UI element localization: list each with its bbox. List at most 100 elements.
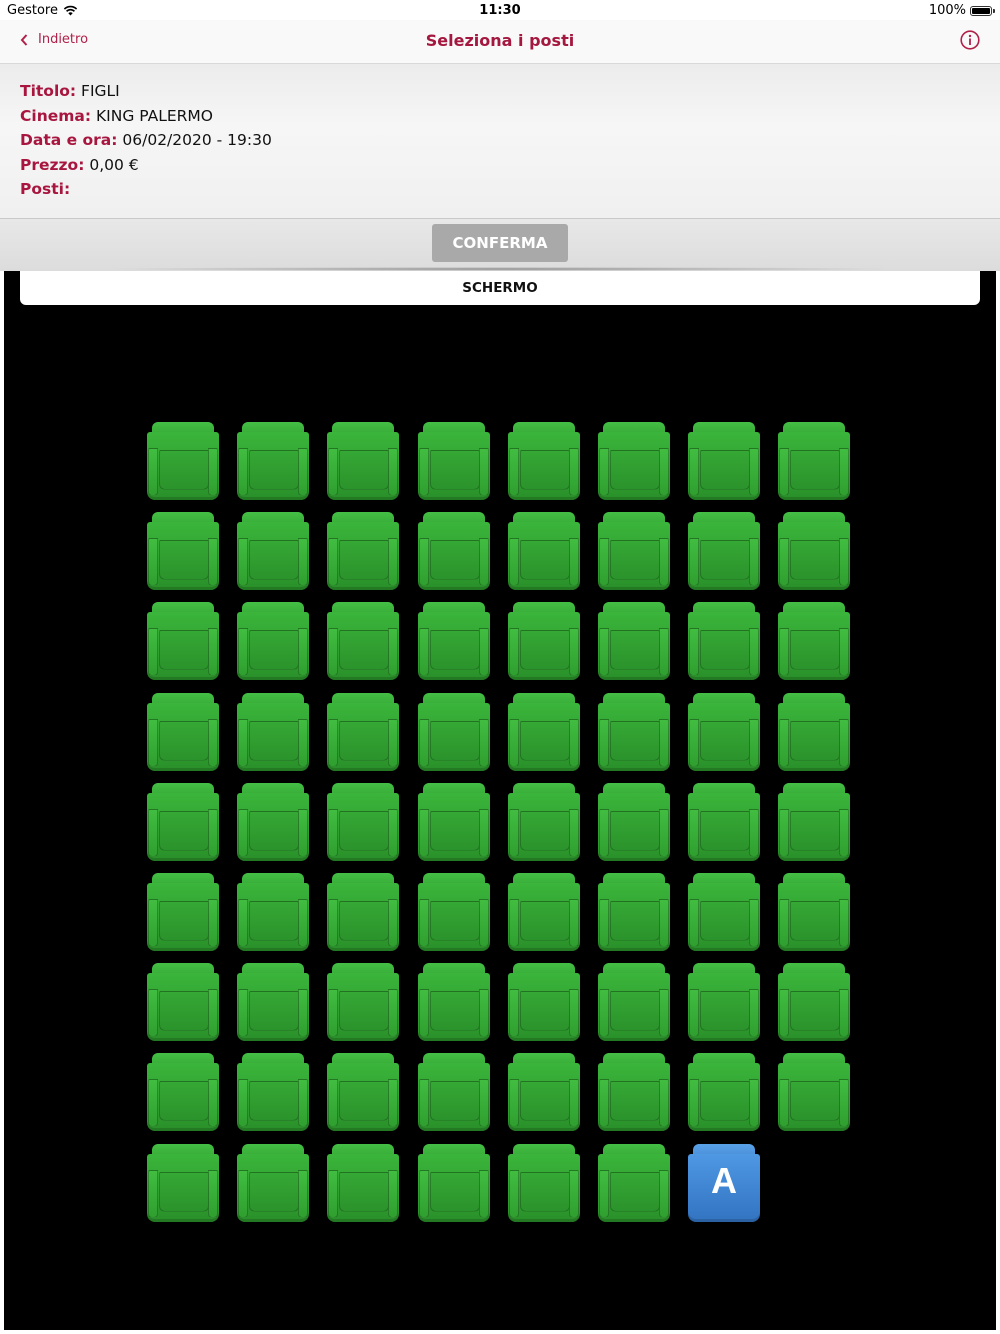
seat-available[interactable] xyxy=(418,1053,490,1131)
seat-available[interactable] xyxy=(778,422,850,500)
seat-available[interactable] xyxy=(688,873,760,951)
seat-arm-r xyxy=(479,809,489,857)
seat-available[interactable] xyxy=(237,693,309,771)
seat-available[interactable] xyxy=(778,783,850,861)
seat-arm-r xyxy=(749,899,759,947)
seat-cushion xyxy=(700,1081,750,1121)
seat-available[interactable] xyxy=(327,963,399,1041)
seat-available[interactable] xyxy=(327,1053,399,1131)
seat-available[interactable] xyxy=(508,512,580,590)
seat-arm-r xyxy=(659,448,669,496)
seat-available[interactable] xyxy=(688,602,760,680)
seat-available[interactable] xyxy=(147,422,219,500)
seat-available[interactable] xyxy=(598,422,670,500)
seat-available[interactable] xyxy=(598,1053,670,1131)
seat-available[interactable] xyxy=(508,602,580,680)
seat-available[interactable] xyxy=(508,873,580,951)
seat-cushion xyxy=(249,721,299,761)
seat-available[interactable] xyxy=(688,783,760,861)
seat-arm-l xyxy=(779,1079,789,1127)
seat-arm-l xyxy=(689,989,699,1037)
seat-arm-l xyxy=(148,1079,158,1127)
seat-available[interactable] xyxy=(508,963,580,1041)
seat-available[interactable] xyxy=(508,693,580,771)
seat-available[interactable] xyxy=(327,1144,399,1222)
seat-cushion xyxy=(610,630,660,670)
seat-available[interactable] xyxy=(598,602,670,680)
seat-available[interactable] xyxy=(418,1144,490,1222)
seat-available[interactable] xyxy=(778,1053,850,1131)
seat-available[interactable] xyxy=(327,602,399,680)
seat-available[interactable] xyxy=(418,873,490,951)
seat-available[interactable] xyxy=(418,693,490,771)
seat-available[interactable] xyxy=(778,693,850,771)
seat-available[interactable] xyxy=(598,963,670,1041)
seat-available[interactable] xyxy=(327,422,399,500)
seat-available[interactable] xyxy=(688,422,760,500)
seat-available[interactable] xyxy=(598,873,670,951)
seat-available[interactable] xyxy=(418,963,490,1041)
seat-available[interactable] xyxy=(778,963,850,1041)
seat-special[interactable]: A xyxy=(688,1144,760,1222)
seat-available[interactable] xyxy=(327,873,399,951)
seat-available[interactable] xyxy=(237,512,309,590)
seat-available[interactable] xyxy=(418,783,490,861)
seat-available[interactable] xyxy=(237,422,309,500)
seat-available[interactable] xyxy=(688,963,760,1041)
seat-arm-r xyxy=(749,448,759,496)
seat-available[interactable] xyxy=(327,512,399,590)
seat-available[interactable] xyxy=(147,873,219,951)
seat-cushion xyxy=(700,901,750,941)
seat-available[interactable] xyxy=(598,783,670,861)
seat-available[interactable] xyxy=(147,512,219,590)
seat-available[interactable] xyxy=(147,963,219,1041)
seat-available[interactable] xyxy=(418,512,490,590)
seat-arm-l xyxy=(419,628,429,676)
seat-letter: A xyxy=(711,1160,737,1201)
seat-available[interactable] xyxy=(688,1053,760,1131)
seat-available[interactable] xyxy=(327,783,399,861)
title-value: FIGLI xyxy=(81,82,120,100)
seat-map[interactable]: SCHERMO A xyxy=(4,271,996,1330)
seat-available[interactable] xyxy=(147,602,219,680)
seat-arm-r xyxy=(569,719,579,767)
seat-available[interactable] xyxy=(508,422,580,500)
seat-available[interactable] xyxy=(147,1053,219,1131)
seat-available[interactable] xyxy=(418,602,490,680)
seat-available[interactable] xyxy=(237,873,309,951)
seat-arm-r xyxy=(298,719,308,767)
seat-available[interactable] xyxy=(598,693,670,771)
seat-available[interactable] xyxy=(598,512,670,590)
seat-available[interactable] xyxy=(237,1144,309,1222)
seat-available[interactable] xyxy=(237,963,309,1041)
seat-available[interactable] xyxy=(418,422,490,500)
seat-available[interactable] xyxy=(147,783,219,861)
seat-arm-l xyxy=(509,628,519,676)
seat-available[interactable] xyxy=(147,693,219,771)
seat-available[interactable] xyxy=(508,783,580,861)
seat-available[interactable] xyxy=(688,693,760,771)
seat-available[interactable] xyxy=(508,1144,580,1222)
seat-available[interactable] xyxy=(237,783,309,861)
seat-available[interactable] xyxy=(778,512,850,590)
seat-available[interactable] xyxy=(598,1144,670,1222)
seat-cushion xyxy=(159,540,209,580)
seat-available[interactable] xyxy=(778,602,850,680)
seat-available[interactable] xyxy=(147,1144,219,1222)
seat-arm-r xyxy=(749,719,759,767)
seat-available[interactable] xyxy=(237,1053,309,1131)
seat-arm-r xyxy=(659,1079,669,1127)
seat-arm-l xyxy=(599,1170,609,1218)
status-right: 100% xyxy=(929,3,995,18)
datetime-value: 06/02/2020 - 19:30 xyxy=(122,131,272,149)
seat-arm-l xyxy=(689,448,699,496)
seat-available[interactable] xyxy=(688,512,760,590)
confirm-button[interactable]: CONFERMA xyxy=(432,224,568,262)
seat-available[interactable] xyxy=(327,693,399,771)
seat-available[interactable] xyxy=(508,1053,580,1131)
seat-cushion xyxy=(520,811,570,851)
seat-cushion xyxy=(610,901,660,941)
seat-available[interactable] xyxy=(778,873,850,951)
seat-available[interactable] xyxy=(237,602,309,680)
info-icon[interactable] xyxy=(960,30,980,50)
